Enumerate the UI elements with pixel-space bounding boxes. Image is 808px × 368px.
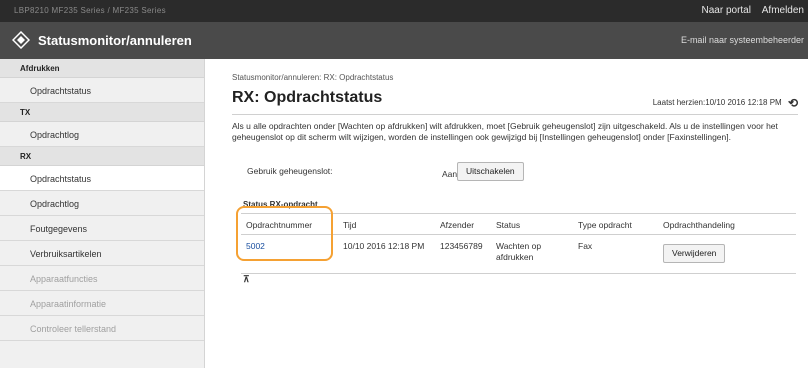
main-content: Statusmonitor/annuleren: RX: Opdrachtsta…	[217, 59, 808, 368]
sidebar-item-print-job-status[interactable]: Opdrachtstatus	[0, 78, 204, 103]
top-links: Naar portal Afmelden	[694, 5, 805, 16]
column-header-time: Tijd	[343, 220, 357, 230]
mail-admin-link[interactable]: E-mail naar systeembeheerder	[681, 35, 804, 45]
device-name: LBP8210 MF235 Series / MF235 Series	[14, 6, 166, 15]
refresh-icon[interactable]: ⟲	[788, 96, 798, 110]
title-bar: Statusmonitor/annuleren E-mail naar syst…	[0, 22, 808, 59]
memory-lock-value: Aan	[442, 169, 458, 179]
last-updated-text: Laatst herzien:10/10 2016 12:18 PM	[652, 98, 782, 107]
time-cell: 10/10 2016 12:18 PM	[343, 241, 425, 251]
sidebar-item-check-counter[interactable]: Controleer tellerstand	[0, 316, 204, 341]
sidebar-header-tx: TX	[0, 103, 204, 122]
diamond-logo-icon	[12, 31, 30, 49]
portal-link[interactable]: Naar portal	[702, 5, 751, 16]
rx-job-table: Opdrachtnummer Tijd Afzender Status Type…	[241, 213, 796, 274]
scroll-to-top-icon[interactable]: ⊼	[243, 274, 250, 285]
top-bar: LBP8210 MF235 Series / MF235 Series Naar…	[0, 0, 808, 22]
table-header-row: Opdrachtnummer Tijd Afzender Status Type…	[241, 214, 796, 235]
sidebar-item-consumables[interactable]: Verbruiksartikelen	[0, 241, 204, 266]
job-type-cell: Fax	[578, 241, 593, 251]
sidebar: Afdrukken Opdrachtstatus TX Opdrachtlog …	[0, 59, 205, 368]
memory-lock-label: Gebruik geheugenslot:	[247, 166, 333, 176]
section-title: Status RX-opdracht	[243, 200, 318, 209]
page-title: RX: Opdrachtstatus	[232, 89, 383, 106]
table-row: 5002 10/10 2016 12:18 PM 123456789 Wacht…	[241, 235, 796, 273]
sidebar-item-device-features[interactable]: Apparaatfuncties	[0, 266, 204, 291]
column-header-job-action: Opdrachthandeling	[663, 220, 735, 230]
column-header-status: Status	[496, 220, 521, 230]
app-title: Statusmonitor/annuleren	[38, 33, 192, 48]
description-text: Als u alle opdrachten onder [Wachten op …	[232, 121, 778, 142]
disable-memory-lock-button[interactable]: Uitschakelen	[457, 162, 524, 181]
sidebar-item-rx-job-log[interactable]: Opdrachtlog	[0, 191, 204, 216]
sidebar-item-tx-job-log[interactable]: Opdrachtlog	[0, 122, 204, 147]
sidebar-header-afdrukken: Afdrukken	[0, 59, 204, 78]
column-header-sender: Afzender	[440, 220, 475, 230]
title-divider	[232, 114, 798, 115]
sender-cell: 123456789	[440, 241, 483, 251]
job-number-cell: 5002	[241, 235, 338, 273]
status-cell: Wachten op afdrukken	[496, 241, 542, 262]
job-action-cell: Verwijderen	[658, 235, 796, 273]
job-number-link[interactable]: 5002	[246, 241, 265, 251]
column-header-job-number: Opdrachtnummer	[246, 220, 313, 230]
last-updated: Laatst herzien:10/10 2016 12:18 PM ⟲	[653, 96, 798, 110]
breadcrumb: Statusmonitor/annuleren: RX: Opdrachtsta…	[232, 73, 394, 82]
delete-button[interactable]: Verwijderen	[663, 244, 726, 263]
logout-link[interactable]: Afmelden	[762, 5, 804, 16]
column-header-job-type: Type opdracht	[578, 220, 632, 230]
sidebar-item-error-info[interactable]: Foutgegevens	[0, 216, 204, 241]
sidebar-header-rx: RX	[0, 147, 204, 166]
sidebar-item-device-info[interactable]: Apparaatinformatie	[0, 291, 204, 316]
sidebar-item-rx-job-status[interactable]: Opdrachtstatus	[0, 166, 204, 191]
